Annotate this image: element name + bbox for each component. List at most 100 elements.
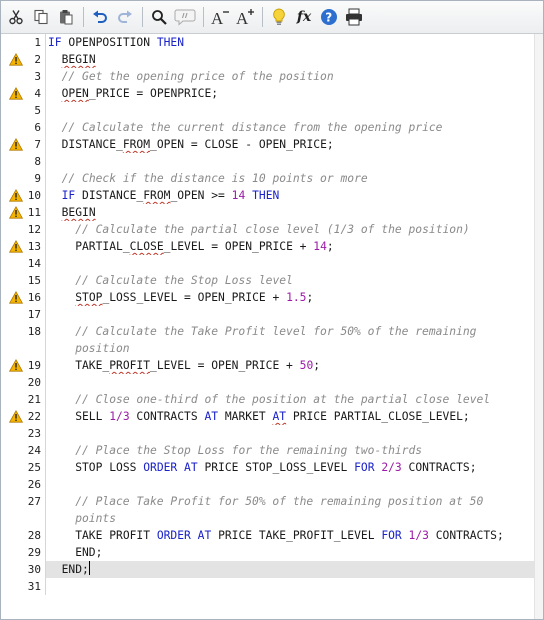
code-line[interactable]: 25 STOP LOSS ORDER AT PRICE STOP_LOSS_LE…: [1, 459, 535, 476]
warning-icon[interactable]: [9, 240, 23, 253]
vertical-scrollbar[interactable]: [534, 34, 543, 619]
paste-button[interactable]: [55, 6, 77, 28]
code-line[interactable]: 19 TAKE_PROFIT_LEVEL = OPEN_PRICE + 50;: [1, 357, 535, 374]
code-line[interactable]: 4 OPEN_PRICE = OPENPRICE;: [1, 85, 535, 102]
idea-button[interactable]: [268, 6, 290, 28]
line-number: 8: [34, 155, 41, 168]
warning-icon[interactable]: [9, 189, 23, 202]
cut-button[interactable]: [5, 6, 27, 28]
code-text: // Calculate the Take Profit level for 5…: [75, 325, 484, 355]
decrease-font-button[interactable]: A: [209, 6, 231, 28]
warning-icon[interactable]: [9, 138, 23, 151]
code-line[interactable]: 28 TAKE PROFIT ORDER AT PRICE TAKE_PROFI…: [1, 527, 535, 544]
line-gutter: 25: [1, 459, 46, 476]
editor-toolbar: A A fx ?: [1, 1, 543, 34]
line-number: 10: [27, 189, 41, 202]
comment-bubble-icon: [174, 9, 196, 26]
code-line[interactable]: 7 DISTANCE_FROM_OPEN = CLOSE - OPEN_PRIC…: [1, 136, 535, 153]
warning-icon[interactable]: [9, 53, 23, 66]
code-line[interactable]: 5: [1, 102, 535, 119]
code-line[interactable]: 15 // Calculate the Stop Loss level: [1, 272, 535, 289]
line-gutter: 5: [1, 102, 46, 119]
line-gutter: 11: [1, 204, 46, 221]
find-button[interactable]: [148, 6, 170, 28]
code-line[interactable]: 12 // Calculate the partial close level …: [1, 221, 535, 238]
code-text: BEGIN: [61, 206, 96, 219]
insert-function-button[interactable]: fx: [293, 6, 315, 28]
redo-button[interactable]: [114, 6, 136, 28]
code-line[interactable]: 29 END;: [1, 544, 535, 561]
warning-icon[interactable]: [9, 206, 23, 219]
help-button[interactable]: ?: [318, 6, 340, 28]
code-line[interactable]: 1 IF OPENPOSITION THEN: [1, 34, 535, 51]
code-line[interactable]: 31: [1, 578, 535, 595]
line-gutter: 23: [1, 425, 46, 442]
code-line[interactable]: 24 // Place the Stop Loss for the remain…: [1, 442, 535, 459]
code-line[interactable]: 8: [1, 153, 535, 170]
increase-font-button[interactable]: A: [234, 6, 256, 28]
svg-text:A: A: [236, 9, 249, 26]
code-line[interactable]: 27 // Place Take Profit for 50% of the re…: [1, 493, 535, 527]
line-gutter: 28: [1, 527, 46, 544]
warning-icon[interactable]: [9, 410, 23, 423]
line-number: 21: [27, 393, 41, 406]
line-number: 19: [27, 359, 41, 372]
line-gutter: 31: [1, 578, 46, 595]
printer-icon: [346, 8, 362, 26]
svg-text:?: ?: [325, 11, 332, 25]
warning-icon[interactable]: [9, 87, 23, 100]
code-text: IF DISTANCE_FROM_OPEN >= 14 THEN: [61, 189, 280, 202]
print-button[interactable]: [343, 6, 365, 28]
code-text: DISTANCE_FROM_OPEN = CLOSE - OPEN_PRICE;: [48, 138, 334, 151]
code-text: BEGIN: [61, 53, 96, 66]
code-text: TAKE_PROFIT_LEVEL = OPEN_PRICE + 50;: [48, 359, 321, 372]
line-gutter: 13: [1, 238, 46, 255]
code-line[interactable]: 22 SELL 1/3 CONTRACTS AT MARKET AT PRICE…: [1, 408, 535, 425]
code-text: END;: [48, 561, 90, 576]
code-area[interactable]: 1 IF OPENPOSITION THEN 2 BEGIN 3 // Get the…: [1, 34, 535, 619]
code-text: // Calculate the Stop Loss level: [75, 274, 293, 287]
code-line[interactable]: 11 BEGIN: [1, 204, 535, 221]
code-line[interactable]: 18 // Calculate the Take Profit level for…: [1, 323, 535, 357]
code-line[interactable]: 13 PARTIAL_CLOSE_LEVEL = OPEN_PRICE + 14…: [1, 238, 535, 255]
toolbar-separator: [203, 7, 204, 27]
comment-button[interactable]: [173, 6, 197, 28]
code-text: IF OPENPOSITION THEN: [48, 36, 185, 49]
code-line[interactable]: 23: [1, 425, 535, 442]
code-text: SELL 1/3 CONTRACTS AT MARKET AT PRICE PA…: [48, 410, 470, 423]
code-text: // Place Take Profit for 50% of the rema…: [75, 495, 491, 525]
line-gutter: 8: [1, 153, 46, 170]
code-line[interactable]: 2 BEGIN: [1, 51, 535, 68]
code-line[interactable]: 6 // Calculate the current distance from…: [1, 119, 535, 136]
code-line[interactable]: 30 END;: [1, 561, 535, 578]
warning-icon[interactable]: [9, 291, 23, 304]
code-line[interactable]: 16 STOP_LOSS_LEVEL = OPEN_PRICE + 1.5;: [1, 289, 535, 306]
code-line[interactable]: 21 // Close one-third of the position at…: [1, 391, 535, 408]
line-gutter: 30: [1, 561, 46, 578]
code-line[interactable]: 20: [1, 374, 535, 391]
code-line[interactable]: 9 // Check if the distance is 10 points …: [1, 170, 535, 187]
copy-button[interactable]: [30, 6, 52, 28]
warning-icon[interactable]: [9, 359, 23, 372]
code-line[interactable]: 17: [1, 306, 535, 323]
code-line[interactable]: 10 IF DISTANCE_FROM_OPEN >= 14 THEN: [1, 187, 535, 204]
code-text: STOP LOSS ORDER AT PRICE STOP_LOSS_LEVEL…: [48, 461, 477, 474]
undo-button[interactable]: [89, 6, 111, 28]
code-line[interactable]: 3 // Get the opening price of the positi…: [1, 68, 535, 85]
code-line[interactable]: 14: [1, 255, 535, 272]
line-number: 27: [27, 495, 41, 508]
line-gutter: 4: [1, 85, 46, 102]
code-text: PARTIAL_CLOSE_LEVEL = OPEN_PRICE + 14;: [48, 240, 334, 253]
redo-icon: [118, 10, 132, 23]
code-line[interactable]: 26: [1, 476, 535, 493]
toolbar-separator: [142, 7, 143, 27]
code-text: // Calculate the partial close level (1/…: [75, 223, 470, 236]
line-number: 22: [27, 410, 41, 423]
copy-icon: [34, 9, 48, 25]
line-gutter: 6: [1, 119, 46, 136]
line-gutter: 3: [1, 68, 46, 85]
line-gutter: 14: [1, 255, 46, 272]
